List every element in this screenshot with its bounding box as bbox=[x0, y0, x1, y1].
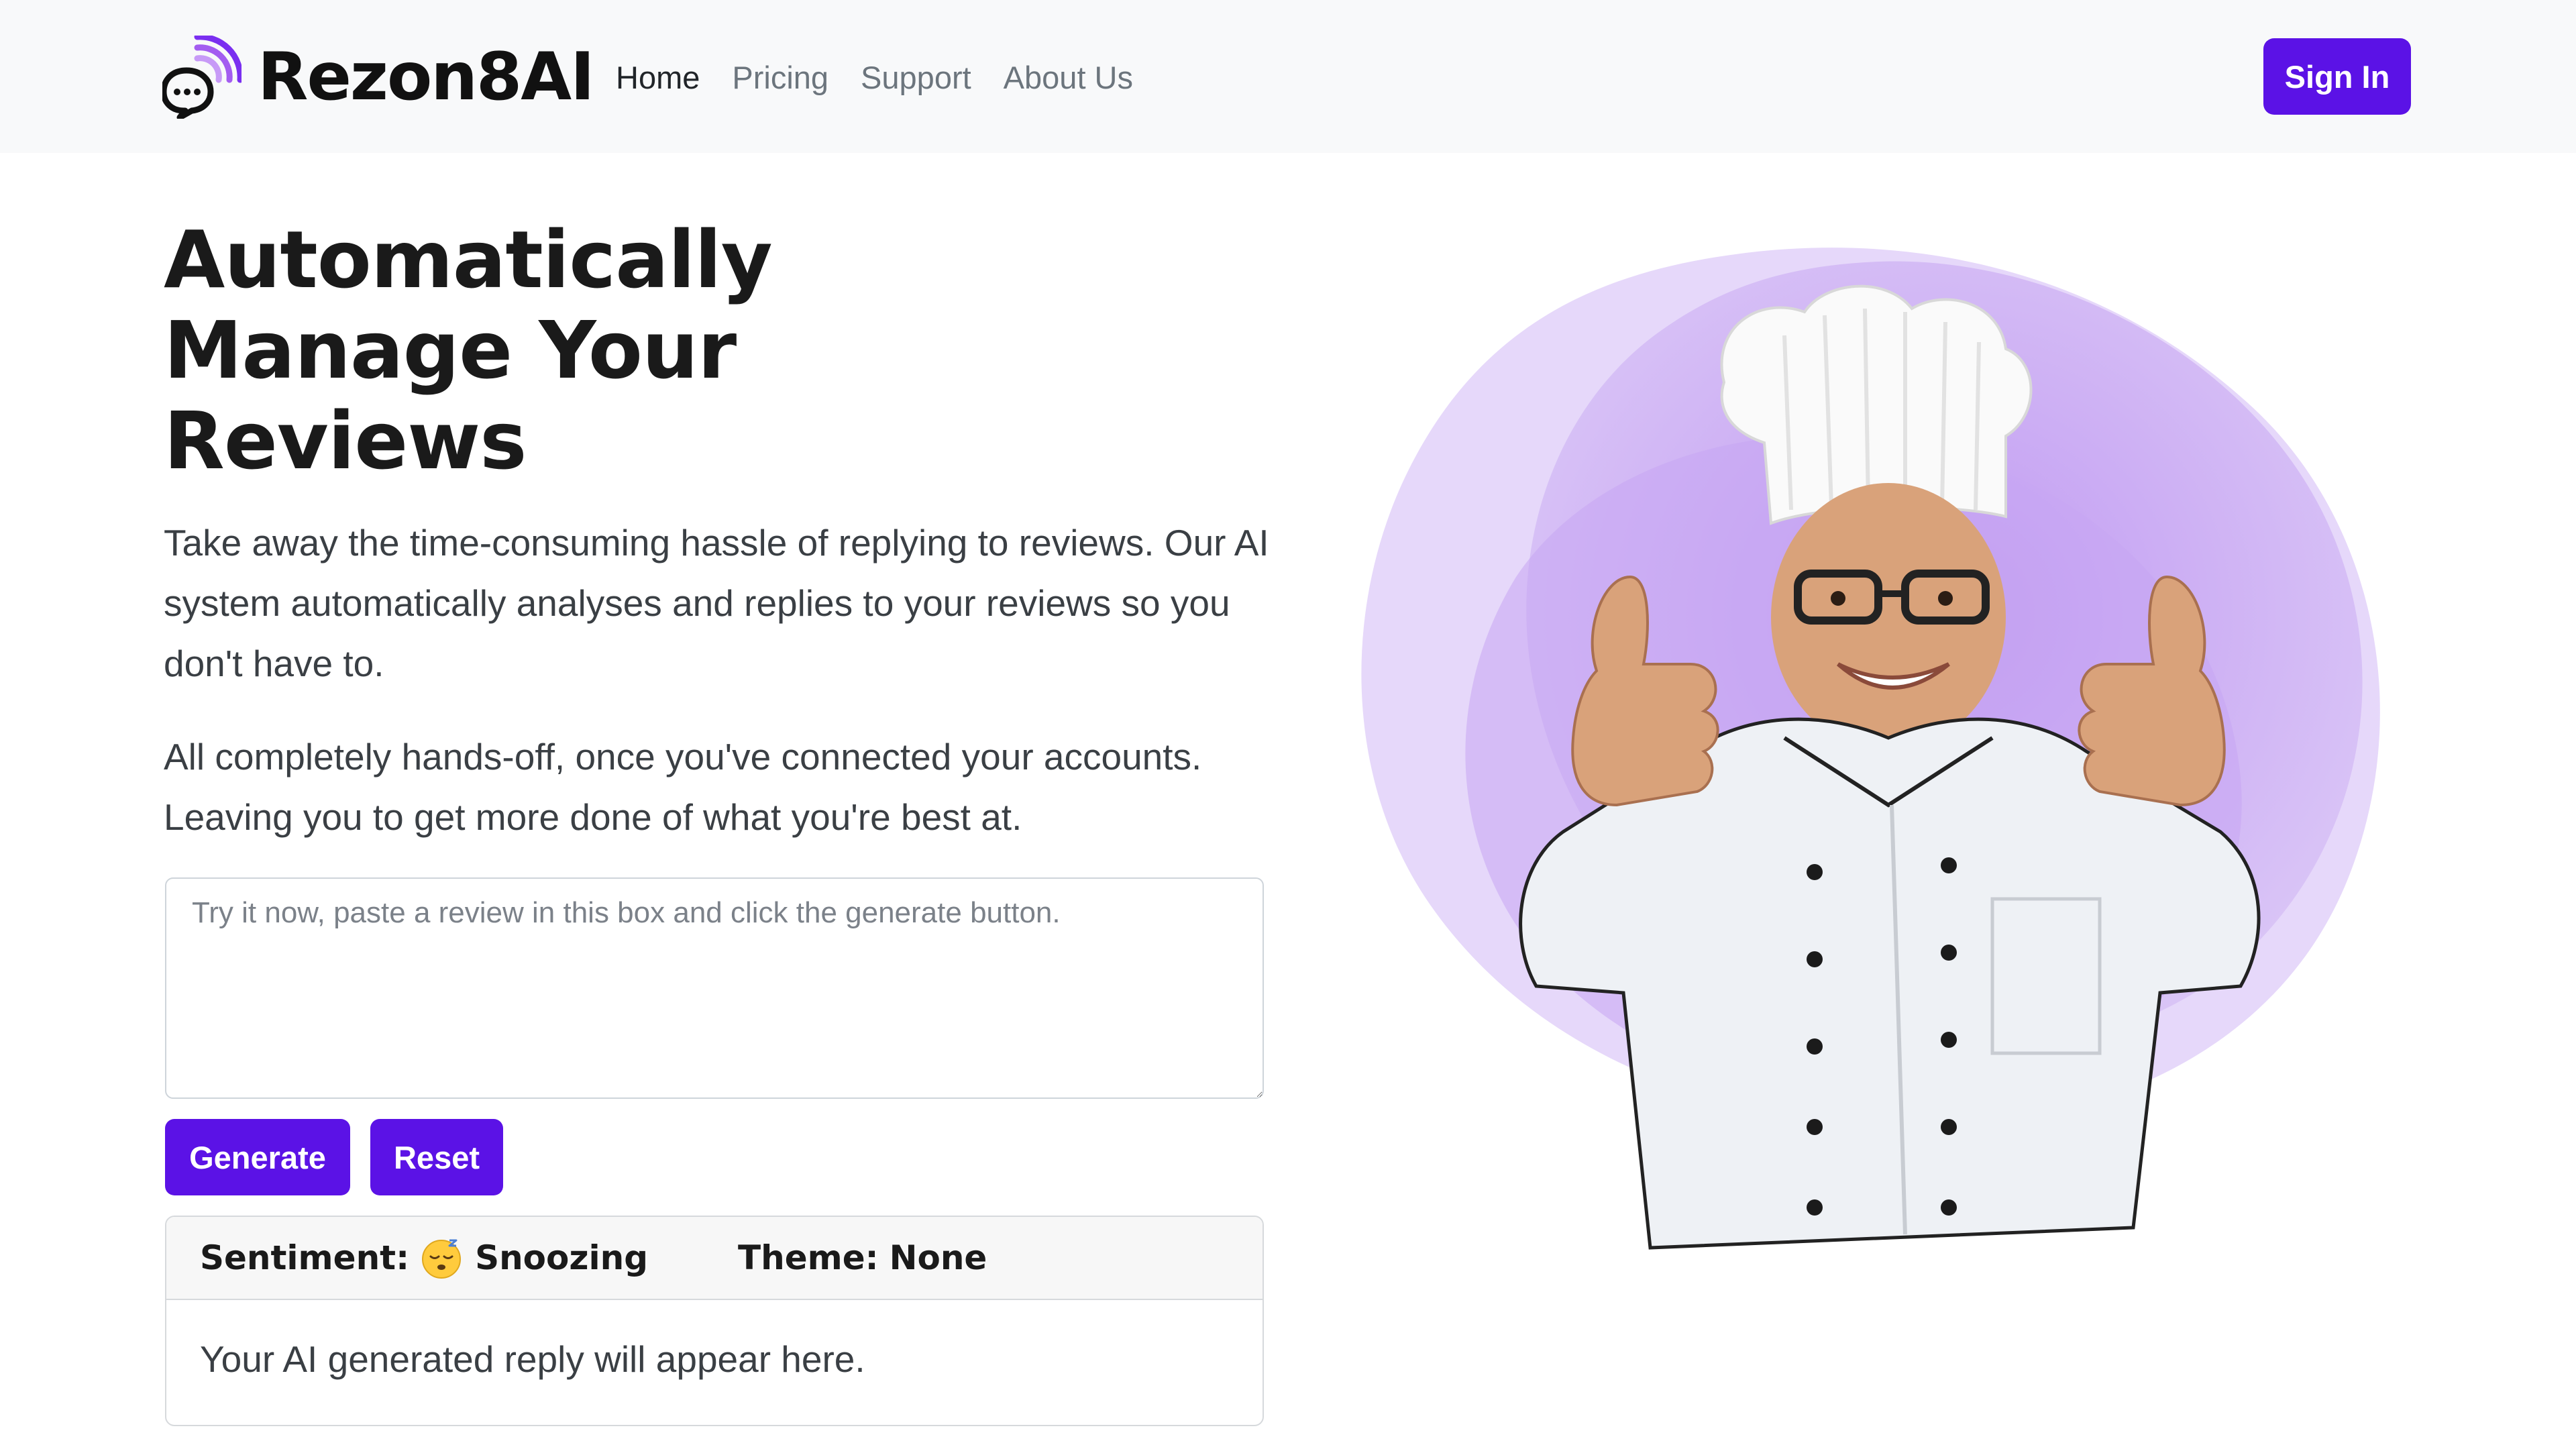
sentiment-label: Sentiment: bbox=[200, 1238, 410, 1277]
chef-thumbs-up-illustration bbox=[1361, 248, 2380, 1250]
hero-title-line: Automatically bbox=[164, 213, 773, 306]
brand-name: Rezon8AI bbox=[258, 39, 595, 115]
generate-button[interactable]: Generate bbox=[165, 1119, 350, 1195]
sentiment-value: Snoozing bbox=[475, 1238, 648, 1277]
chat-bubble-signal-icon bbox=[162, 36, 241, 119]
hero-title-line: Reviews bbox=[164, 394, 527, 487]
sentiment-indicator: Sentiment: Snoozing bbox=[200, 1236, 738, 1279]
nav-link-support[interactable]: Support bbox=[861, 59, 971, 96]
generated-reply-text: Your AI generated reply will appear here… bbox=[200, 1338, 865, 1380]
theme-value: None bbox=[889, 1238, 987, 1277]
nav-link-pricing[interactable]: Pricing bbox=[732, 59, 828, 96]
hero-handsoff-paragraph: All completely hands-off, once you've co… bbox=[164, 736, 1202, 838]
nav-link-home[interactable]: Home bbox=[616, 59, 700, 96]
hero-title-line: Manage Your bbox=[164, 304, 737, 396]
theme-label: Theme: bbox=[738, 1238, 879, 1277]
review-input[interactable] bbox=[165, 877, 1264, 1099]
result-card-header: Sentiment: Snoozing Theme: None bbox=[166, 1217, 1263, 1300]
nav-link-about-us[interactable]: About Us bbox=[1004, 59, 1133, 96]
hero-title: Automatically Manage Your Reviews bbox=[164, 213, 773, 487]
hero-intro-paragraph: Take away the time-consuming hassle of r… bbox=[164, 522, 1269, 684]
reset-button[interactable]: Reset bbox=[370, 1119, 503, 1195]
result-card: Sentiment: Snoozing Theme: None Your AI … bbox=[165, 1216, 1264, 1426]
main-nav: Home Pricing Support About Us bbox=[616, 56, 1165, 98]
top-navbar: Rezon8AI Home Pricing Support About Us S… bbox=[0, 0, 2576, 153]
sign-in-button[interactable]: Sign In bbox=[2263, 38, 2411, 115]
brand-link[interactable]: Rezon8AI bbox=[162, 34, 595, 121]
sleeping-face-emoji-icon bbox=[422, 1239, 462, 1279]
theme-indicator: Theme: None bbox=[738, 1238, 987, 1277]
